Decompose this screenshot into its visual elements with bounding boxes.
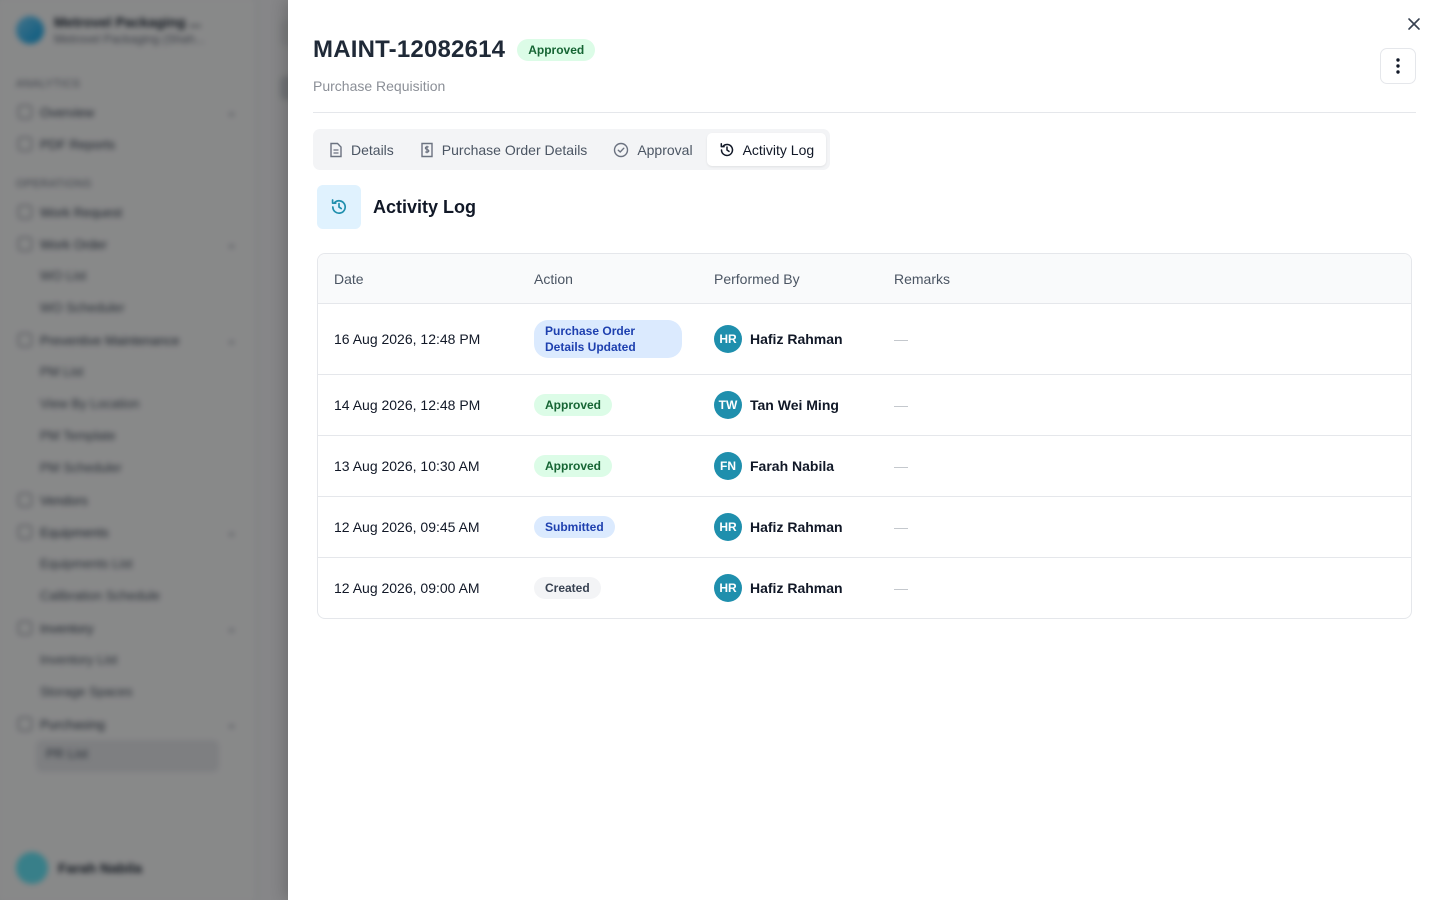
requisition-drawer: MAINT-12082614 Approved Purchase Requisi… bbox=[288, 0, 1440, 900]
row-remarks: — bbox=[894, 397, 908, 413]
document-icon bbox=[330, 142, 342, 157]
history-icon bbox=[317, 185, 361, 229]
more-options-button[interactable] bbox=[1380, 48, 1416, 84]
check-circle-icon bbox=[614, 142, 629, 157]
row-date: 16 Aug 2026, 12:48 PM bbox=[334, 331, 481, 347]
status-badge: Approved bbox=[517, 39, 596, 61]
section-title: Activity Log bbox=[373, 196, 477, 217]
table-row: 16 Aug 2026, 12:48 PM Purchase Order Det… bbox=[318, 303, 1411, 374]
avatar: HR bbox=[714, 325, 742, 353]
row-remarks: — bbox=[894, 331, 908, 347]
row-remarks: — bbox=[894, 519, 908, 535]
tab-details[interactable]: Details bbox=[317, 133, 406, 166]
tab-details-label: Details bbox=[351, 141, 394, 158]
close-icon[interactable] bbox=[1404, 14, 1424, 34]
column-header-action: Action bbox=[534, 270, 573, 287]
action-badge: Approved bbox=[534, 394, 613, 416]
performed-by-name: Tan Wei Ming bbox=[750, 397, 839, 413]
performed-by-name: Hafiz Rahman bbox=[750, 519, 843, 535]
action-badge: Purchase Order Details Updated bbox=[534, 320, 682, 358]
column-header-date: Date bbox=[334, 270, 364, 287]
tab-activity-log-label: Activity Log bbox=[742, 141, 815, 158]
column-header-remarks: Remarks bbox=[894, 270, 951, 287]
row-date: 12 Aug 2026, 09:00 AM bbox=[334, 580, 480, 596]
page-subtitle: Purchase Requisition bbox=[313, 78, 446, 94]
action-badge: Created bbox=[534, 577, 601, 599]
action-badge: Submitted bbox=[534, 516, 615, 538]
drawer-header: MAINT-12082614 Approved Purchase Requisi… bbox=[313, 36, 596, 94]
header-divider bbox=[313, 112, 1416, 113]
dollar-document-icon bbox=[421, 142, 433, 157]
row-remarks: — bbox=[894, 580, 908, 596]
table-header-row: Date Action Performed By Remarks bbox=[318, 254, 1411, 303]
history-icon bbox=[720, 142, 733, 156]
column-header-performed-by: Performed By bbox=[714, 270, 800, 287]
tab-bar: Details Purchase Order Details Approval … bbox=[313, 129, 831, 170]
avatar: TW bbox=[714, 391, 742, 419]
row-date: 14 Aug 2026, 12:48 PM bbox=[334, 397, 481, 413]
table-row: 14 Aug 2026, 12:48 PM Approved TW Tan Wei… bbox=[318, 374, 1411, 435]
avatar: FN bbox=[714, 452, 742, 480]
activity-log-header: Activity Log bbox=[317, 185, 476, 229]
row-date: 13 Aug 2026, 10:30 AM bbox=[334, 458, 480, 474]
tab-approval-label: Approval bbox=[637, 141, 693, 158]
table-row: 13 Aug 2026, 10:30 AM Approved FN Farah N… bbox=[318, 435, 1411, 496]
tab-purchase-order-details-label: Purchase Order Details bbox=[441, 141, 588, 158]
avatar: HR bbox=[714, 574, 742, 602]
performed-by-name: Farah Nabila bbox=[750, 458, 835, 474]
activity-log-table: Date Action Performed By Remarks 16 Aug … bbox=[317, 253, 1412, 619]
table-row: 12 Aug 2026, 09:45 AM Submitted HR Hafiz … bbox=[318, 496, 1411, 557]
page-title: MAINT-12082614 bbox=[313, 36, 506, 63]
more-vertical-icon bbox=[1396, 58, 1400, 74]
tab-activity-log[interactable]: Activity Log bbox=[706, 133, 827, 166]
tab-purchase-order-details[interactable]: Purchase Order Details bbox=[408, 133, 600, 166]
action-badge: Approved bbox=[534, 455, 613, 477]
tab-approval[interactable]: Approval bbox=[601, 133, 704, 166]
avatar: HR bbox=[714, 513, 742, 541]
row-date: 12 Aug 2026, 09:45 AM bbox=[334, 519, 480, 535]
performed-by-name: Hafiz Rahman bbox=[750, 580, 843, 596]
performed-by-name: Hafiz Rahman bbox=[750, 331, 843, 347]
row-remarks: — bbox=[894, 458, 908, 474]
table-row: 12 Aug 2026, 09:00 AM Created HR Hafiz Ra… bbox=[318, 557, 1411, 618]
